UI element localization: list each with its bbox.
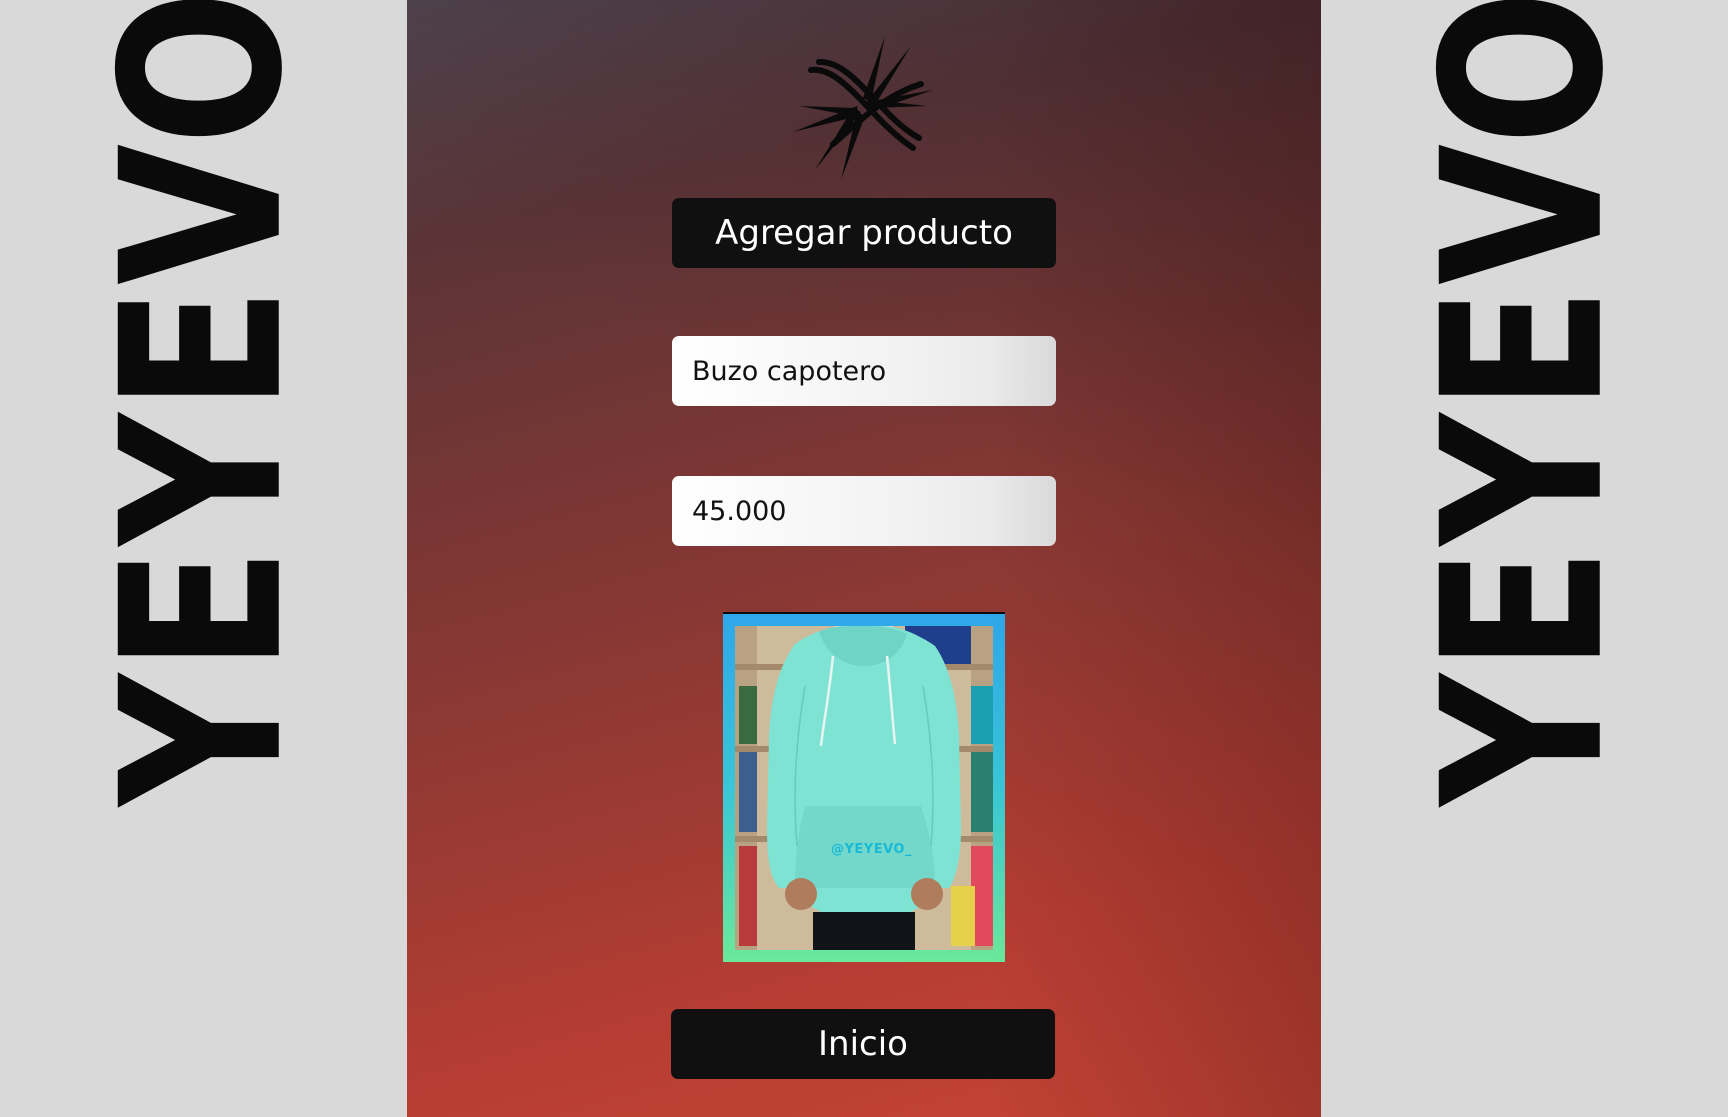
product-photo-watermark: @YEYEVO_ [831, 842, 912, 857]
home-button[interactable]: Inicio [671, 1009, 1055, 1079]
product-photo: @YEYEVO_ [735, 626, 993, 950]
right-brand-banner: YEYEVO [1321, 0, 1728, 1117]
product-image-frame[interactable]: @YEYEVO_ [723, 612, 1005, 962]
product-price-field[interactable]: 45.000 [672, 476, 1056, 546]
starburst-x-logo-icon [793, 36, 933, 180]
add-product-button[interactable]: Agregar producto [672, 198, 1056, 268]
right-brand-wordmark: YEYEVO [1395, 0, 1653, 806]
product-form-panel: Agregar producto Buzo capotero 45.000 @Y… [407, 0, 1321, 1117]
page: YEYEVO Agregar producto Buzo capotero 45 [0, 0, 1728, 1117]
left-brand-banner: YEYEVO [0, 0, 407, 1117]
left-brand-wordmark: YEYEVO [74, 0, 332, 806]
product-name-field[interactable]: Buzo capotero [672, 336, 1056, 406]
